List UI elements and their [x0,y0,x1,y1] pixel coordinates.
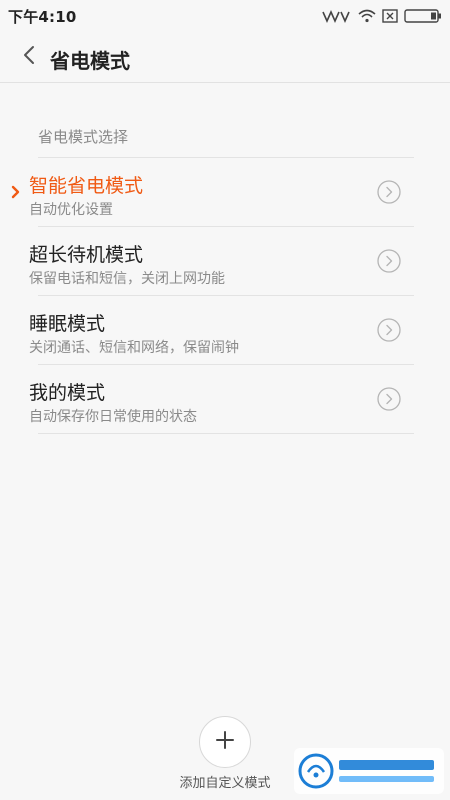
status-time: 下午4:10 [8,8,77,26]
mode-subtitle: 保留电话和短信，关闭上网功能 [29,271,225,287]
mode-title: 我的模式 [29,382,106,404]
battery-icon [404,9,442,23]
mode-item-my-mode[interactable]: 我的模式 自动保存你日常使用的状态 [0,365,450,434]
status-icons [322,7,442,25]
mode-title: 睡眠模式 [29,313,106,335]
status-bar: 下午4:10 [0,0,450,32]
mode-list: 智能省电模式 自动优化设置 超长待机模式 保留电话和短信，关闭上网功能 睡眠模式… [0,158,450,434]
plus-icon [213,728,237,756]
mode-title: 智能省电模式 [29,175,144,197]
sim-icon [382,9,398,23]
back-button[interactable] [12,40,46,74]
mode-subtitle: 关闭通话、短信和网络，保留闹钟 [29,340,239,356]
selected-indicator-icon [10,184,22,199]
mode-subtitle: 自动优化设置 [29,202,113,218]
page-title: 省电模式 [50,49,130,73]
row-divider [38,433,414,434]
chevron-right-circle-icon[interactable] [377,318,401,342]
mode-title: 超长待机模式 [29,244,144,266]
add-mode-button[interactable] [199,716,251,768]
mode-item-sleep[interactable]: 睡眠模式 关闭通话、短信和网络，保留闹钟 [0,296,450,365]
section-header: 省电模式选择 [38,128,129,146]
wifi-icon [358,9,376,23]
mode-subtitle: 自动保存你日常使用的状态 [29,409,197,425]
signal-icon [322,9,352,23]
action-bar: 省电模式 [0,32,450,83]
mode-item-long-standby[interactable]: 超长待机模式 保留电话和短信，关闭上网功能 [0,227,450,296]
chevron-right-circle-icon[interactable] [377,387,401,411]
watermark-logo [294,746,444,796]
chevron-right-circle-icon[interactable] [377,180,401,204]
chevron-right-circle-icon[interactable] [377,249,401,273]
chevron-left-icon [22,45,36,69]
mode-item-smart[interactable]: 智能省电模式 自动优化设置 [0,158,450,227]
